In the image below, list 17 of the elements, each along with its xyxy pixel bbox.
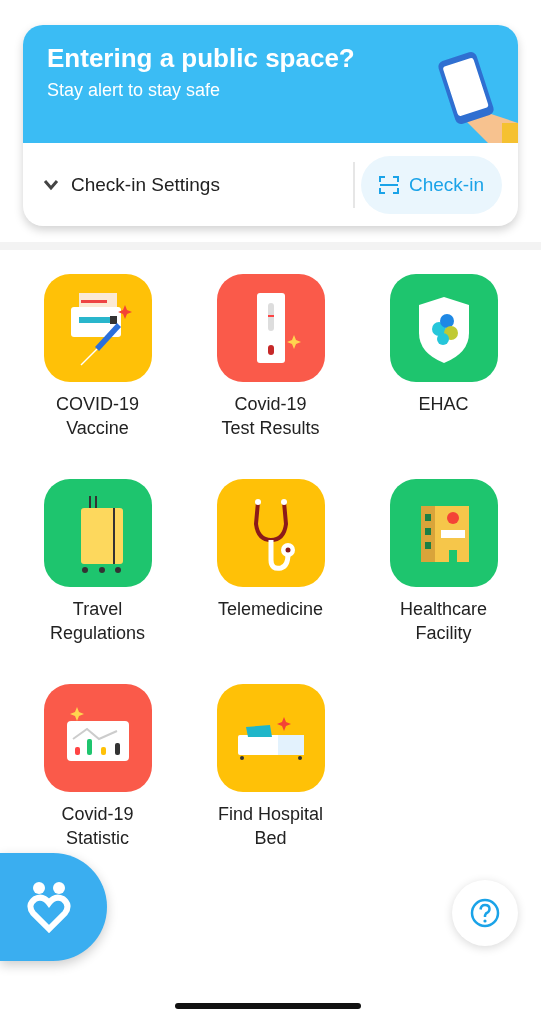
menu-item[interactable]: Covid-19 Statistic (11, 684, 184, 850)
family-button[interactable] (0, 853, 107, 961)
menu-item[interactable]: Covid-19 Test Results (184, 274, 357, 440)
help-icon (470, 898, 500, 928)
menu-item[interactable]: EHAC (357, 274, 530, 440)
menu-item[interactable]: Find Hospital Bed (184, 684, 357, 850)
banner-subtitle: Stay alert to stay safe (47, 80, 222, 101)
menu-item[interactable]: Healthcare Facility (357, 479, 530, 645)
menu-item[interactable]: Travel Regulations (11, 479, 184, 645)
menu-item[interactable]: Telemedicine (184, 479, 357, 645)
check-in-settings-button[interactable]: Check-in Settings (43, 173, 353, 196)
menu-item[interactable]: COVID-19 Vaccine (11, 274, 184, 440)
scan-icon (379, 175, 399, 194)
chevron-down-icon (43, 178, 59, 191)
banner-title: Entering a public space? (47, 43, 355, 74)
people-heart-icon (24, 881, 73, 933)
help-button[interactable] (452, 880, 518, 946)
